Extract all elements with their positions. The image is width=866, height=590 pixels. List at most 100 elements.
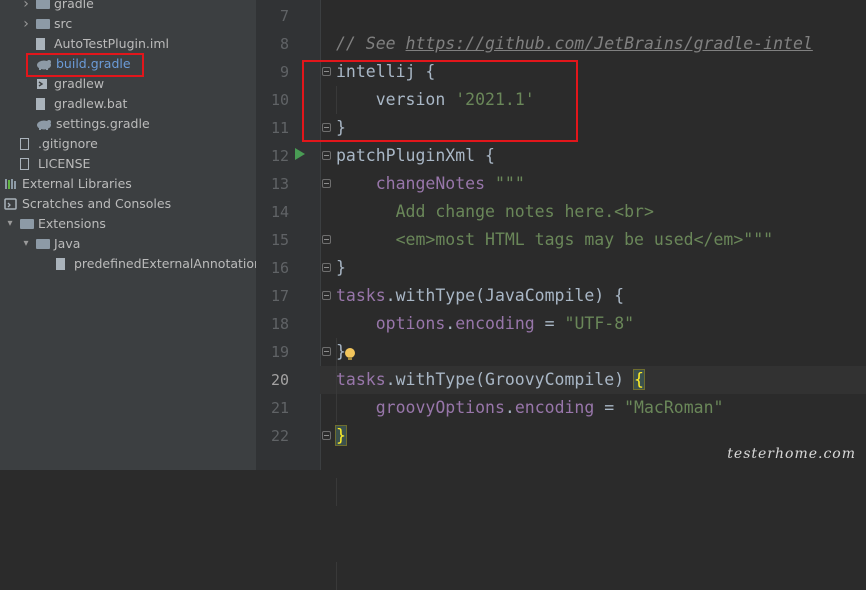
code-token: "UTF-8" [564,314,635,333]
tree-item-gitignore[interactable]: .gitignore [0,134,256,154]
code-token: { [633,369,645,390]
chevron-down-icon[interactable]: ▾ [4,214,16,234]
tree-item-label: predefinedExternalAnnotations. [74,256,256,271]
library-icon [4,177,18,191]
tree-item-label: External Libraries [22,176,132,191]
chevron-right-icon[interactable]: › [20,14,32,34]
text-file-icon [20,158,29,170]
scratches-icon [4,197,18,211]
code-token: patchPluginXml { [336,146,495,165]
code-token: "MacRoman" [624,398,724,417]
folder-icon [36,19,50,29]
line-number: 13 [270,175,289,193]
tree-item-extensions[interactable]: ▾ Extensions [0,214,256,234]
code-token: .withType(JavaCompile) { [385,286,625,305]
code-line[interactable]: } [335,422,347,450]
tree-item-label: gradlew [54,76,105,91]
indent-guide [336,478,337,506]
line-number: 14 [270,203,289,221]
annotation-box-intellij-block [302,60,578,142]
indent-guide [336,338,337,422]
code-token: options [375,314,446,333]
code-line[interactable]: tasks.withType(GroovyCompile) { [336,366,645,394]
code-line[interactable]: groovyOptions.encoding = "MacRoman" [336,394,724,422]
code-token: // See [336,34,406,53]
line-number: 15 [270,231,289,249]
chevron-down-icon[interactable]: ▾ [20,234,32,254]
tree-item-label: AutoTestPlugin.iml [54,36,169,51]
code-token: = [534,314,565,333]
code-line[interactable]: } [336,254,346,282]
lightbulb-icon[interactable] [345,348,355,360]
tree-item-label: LICENSE [38,156,91,171]
tree-item-label: settings.gradle [56,116,150,131]
code-line[interactable]: options.encoding = "UTF-8" [336,310,634,338]
code-token: tasks [336,286,386,305]
script-file-icon [36,77,50,91]
tree-item-label: Scratches and Consoles [22,196,172,211]
line-number: 20 [270,371,289,389]
line-number: 11 [270,119,289,137]
tree-item-predefinedexternalannotations[interactable]: predefinedExternalAnnotations. [0,254,256,274]
code-token: . [445,314,456,333]
code-line[interactable]: <em>most HTML tags may be used</em>""" [336,226,774,254]
folder-icon [36,239,50,249]
line-number: 12 [270,147,289,165]
run-gutter-icon[interactable] [295,148,305,160]
tree-item-gradlew[interactable]: gradlew [0,74,256,94]
watermark: testerhome.com [727,446,856,462]
tree-item-gradlew-bat[interactable]: gradlew.bat [0,94,256,114]
line-number: 22 [270,427,289,445]
code-token: <em>most HTML tags may be used</em>""" [336,230,774,249]
line-number: 19 [270,343,289,361]
tree-item-gradle[interactable]: › gradle [0,0,256,14]
tree-item-autotestplugin-iml[interactable]: AutoTestPlugin.iml [0,34,256,54]
tree-item-license[interactable]: LICENSE [0,154,256,174]
tree-item-src[interactable]: › src [0,14,256,34]
tree-item-label: gradlew.bat [54,96,128,111]
code-token: changeNotes [375,174,486,193]
code-line[interactable]: changeNotes """ [336,170,525,198]
line-number: 21 [270,399,289,417]
code-line[interactable]: // See https://github.com/JetBrains/grad… [336,30,813,58]
line-number: 16 [270,259,289,277]
tree-item-label: Extensions [38,216,106,231]
code-line[interactable]: Add change notes here.<br> [336,198,654,226]
code-token: } [336,258,346,277]
tree-item-label: Java [54,236,81,251]
code-token: """ [485,174,525,193]
folder-icon [36,0,50,9]
line-number: 10 [270,91,289,109]
code-token: .withType(GroovyCompile) [385,370,635,389]
iml-file-icon [36,38,45,50]
tree-item-scratches-and-consoles[interactable]: ›Scratches and Consoles [0,194,256,214]
tree-item-label: .gitignore [38,136,98,151]
folder-icon [20,219,34,229]
tree-item-label: src [54,16,73,31]
tree-item-java[interactable]: ▾ Java [0,234,256,254]
code-token: Add change notes here.<br> [336,202,654,221]
code-token: . [504,398,515,417]
tree-item-external-libraries[interactable]: ›External Libraries [0,174,256,194]
line-number: 18 [270,315,289,333]
annotation-box-build-gradle [26,53,144,77]
chevron-right-icon[interactable]: › [20,0,32,14]
code-line[interactable]: patchPluginXml { [336,142,495,170]
gitignore-file-icon [20,138,29,150]
line-number: 17 [270,287,289,305]
line-number: 7 [279,7,289,25]
json-file-icon [56,258,65,270]
code-token: groovyOptions [375,398,505,417]
line-number: 9 [279,63,289,81]
code-token: encoding [514,398,595,417]
code-line[interactable]: tasks.withType(JavaCompile) { [336,282,624,310]
bat-file-icon [36,98,45,110]
gradle-icon [36,117,51,131]
tree-item-settings-gradle[interactable]: settings.gradle [0,114,256,134]
code-token: tasks [336,370,386,389]
code-token: = [594,398,625,417]
line-number: 8 [279,35,289,53]
